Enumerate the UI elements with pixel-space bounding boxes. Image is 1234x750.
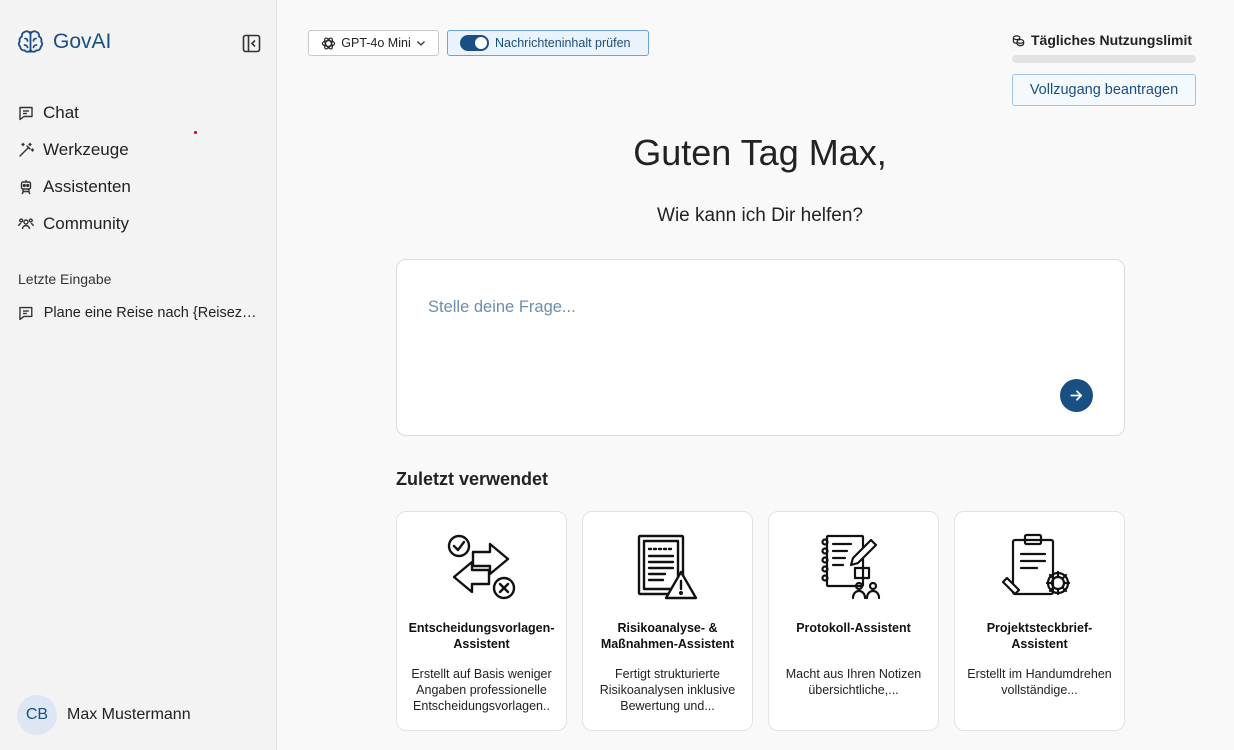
risk-document-icon — [637, 534, 698, 600]
card-title: Entscheidungsvorlagen-Assistent — [408, 621, 555, 651]
sidebar-item-label: Community — [43, 213, 129, 233]
avatar: CB — [17, 695, 57, 735]
page-title: Guten Tag Max, — [633, 132, 887, 173]
clipboard-gear-icon — [1001, 533, 1071, 596]
card-description: Erstellt auf Basis weniger Angaben profe… — [411, 667, 552, 713]
card-description: Erstellt im Handumdrehen vollständige... — [967, 667, 1112, 697]
usage-limit: Tägliches Nutzungslimit — [1012, 32, 1196, 63]
send-button[interactable] — [1060, 379, 1093, 412]
model-label: GPT-4o Mini — [341, 36, 411, 50]
user-profile[interactable]: CB Max Mustermann — [17, 695, 191, 735]
sidebar-nav: Chat Werkzeuge Assistenten Community — [18, 94, 131, 242]
usage-limit-title: Tägliches Nutzungslimit — [1031, 32, 1193, 48]
card-description: Fertigt strukturierte Risikoanalysen ink… — [599, 667, 736, 713]
brand[interactable]: GovAI — [16, 28, 111, 56]
content-check-toggle-button[interactable]: Nachrichteninhalt prüfen — [447, 30, 649, 56]
magic-wand-icon — [19, 142, 34, 157]
assistant-card[interactable]: Entscheidungsvorlagen-Assistent Erstellt… — [396, 511, 567, 731]
brand-name: GovAI — [53, 30, 112, 53]
sidebar-item-assistenten[interactable]: Assistenten — [18, 168, 131, 205]
sidebar-item-community[interactable]: Community — [18, 205, 131, 242]
chat-icon — [19, 306, 33, 321]
content-check-label: Nachrichteninhalt prüfen — [495, 36, 631, 50]
sidebar-item-werkzeuge[interactable]: Werkzeuge — [18, 131, 131, 168]
brain-logo-icon — [17, 30, 44, 53]
robot-icon — [20, 179, 32, 194]
assistant-card[interactable]: Projektsteckbrief-Assistent Erstellt im … — [954, 511, 1125, 731]
recent-chat-item[interactable]: Plane eine Reise nach {Reiseziel} — [18, 305, 258, 321]
prompt-input[interactable] — [428, 298, 1048, 317]
card-title: Protokoll-Assistent — [796, 621, 911, 635]
sidebar-item-label: Chat — [43, 102, 79, 122]
content-check-switch[interactable] — [460, 35, 489, 51]
user-name: Max Mustermann — [67, 706, 191, 723]
card-description: Macht aus Ihren Notizen übersichtliche,.… — [785, 667, 922, 697]
sidebar-toggle-icon — [242, 34, 260, 52]
recent-section-label: Letzte Eingabe — [18, 271, 112, 287]
protocol-notebook-icon — [821, 534, 881, 600]
card-title: Projektsteckbrief-Assistent — [986, 621, 1093, 651]
page-subtitle: Wie kann ich Dir helfen? — [657, 205, 863, 226]
sidebar-item-label: Werkzeuge — [43, 139, 129, 159]
recently-used-title: Zuletzt verwendet — [396, 469, 549, 489]
users-icon — [18, 217, 34, 229]
coins-icon — [1012, 34, 1025, 46]
openai-icon — [322, 36, 336, 50]
recent-chat-label: Plane eine Reise nach {Reiseziel} — [43, 305, 258, 321]
model-select-button[interactable]: GPT-4o Mini — [308, 30, 439, 56]
sidebar-item-chat[interactable]: Chat — [18, 94, 131, 131]
sidebar-collapse-button[interactable] — [241, 33, 261, 53]
assistant-card[interactable]: Risikoanalyse- & Maßnahmen-Assistent Fer… — [582, 511, 753, 731]
assistant-card[interactable]: Protokoll-Assistent Macht aus Ihren Noti… — [768, 511, 939, 731]
usage-limit-progress — [1012, 55, 1196, 63]
request-full-access-button[interactable]: Vollzugang beantragen — [1012, 74, 1196, 106]
sidebar-item-label: Assistenten — [43, 176, 131, 196]
chat-icon — [19, 106, 33, 120]
sidebar: GovAI Chat Werkzeuge Assistenten Communi… — [0, 0, 277, 750]
decision-icon — [447, 534, 516, 600]
card-title: Risikoanalyse- & Maßnahmen-Assistent — [600, 621, 735, 651]
chevron-down-icon — [416, 41, 425, 46]
recently-used-cards: Entscheidungsvorlagen-Assistent Erstellt… — [396, 511, 1125, 731]
arrow-right-icon — [1070, 390, 1083, 401]
notification-dot — [194, 131, 197, 134]
prompt-box — [396, 259, 1125, 436]
